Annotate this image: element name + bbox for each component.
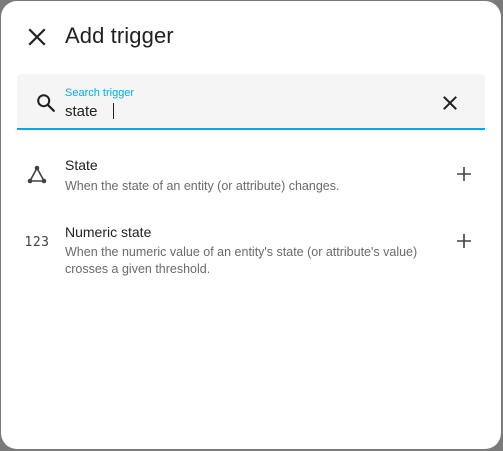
numeric-icon-glyph: 123 <box>24 234 50 250</box>
clear-search-button[interactable] <box>439 92 461 114</box>
search-input[interactable] <box>65 102 425 120</box>
close-icon <box>28 28 46 46</box>
trigger-title: State <box>65 157 98 173</box>
plus-icon <box>457 167 471 181</box>
close-button[interactable] <box>21 21 53 53</box>
numeric-icon: 123 <box>25 230 49 254</box>
trigger-item-state[interactable]: State When the state of an entity (or at… <box>1 142 501 208</box>
trigger-title: Numeric state <box>65 224 152 240</box>
trigger-item-numeric-state[interactable]: 123 Numeric state When the numeric value… <box>1 208 501 288</box>
trigger-list: State When the state of an entity (or at… <box>1 142 501 288</box>
add-trigger-button[interactable] <box>453 230 475 252</box>
plus-icon <box>457 234 471 248</box>
clear-icon <box>443 96 457 110</box>
trigger-description: When the numeric value of an entity's st… <box>65 245 418 276</box>
search-field[interactable]: Search trigger <box>17 74 485 130</box>
search-label: Search trigger <box>65 87 135 99</box>
add-trigger-dialog: Add trigger Search trigger state State W… <box>1 1 501 449</box>
state-graph-icon <box>25 163 49 187</box>
dialog-header: Add trigger <box>1 1 501 73</box>
add-trigger-button[interactable] <box>453 163 475 185</box>
search-icon <box>37 94 55 112</box>
text-caret <box>113 103 114 119</box>
trigger-description: When the state of an entity (or attribut… <box>65 179 340 193</box>
dialog-title: Add trigger <box>65 23 174 48</box>
